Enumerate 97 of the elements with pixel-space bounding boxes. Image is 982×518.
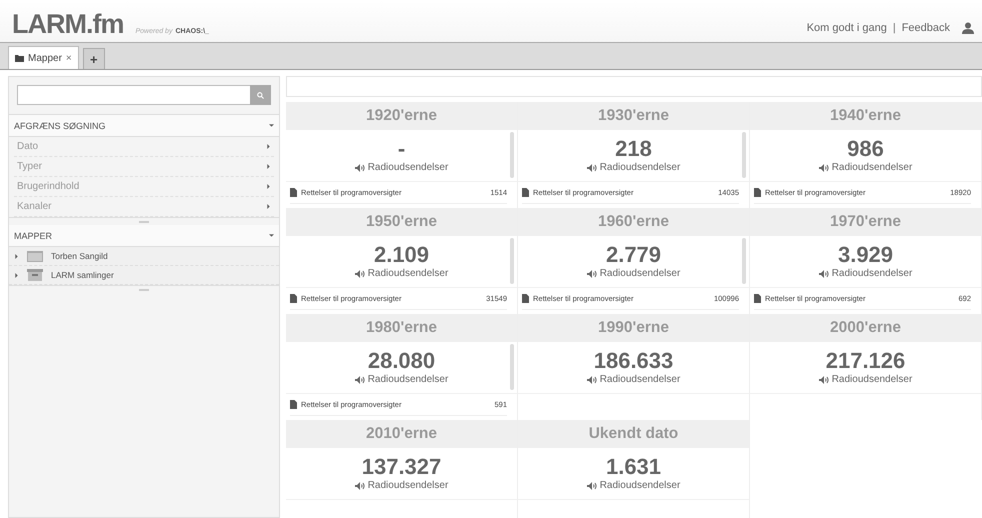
document-icon <box>754 294 761 303</box>
caret-icon <box>269 123 274 128</box>
filter-label: Dato <box>17 141 38 152</box>
count: 217.126 <box>826 350 906 372</box>
speaker-icon <box>354 164 365 172</box>
filter-label: Kanaler <box>17 201 52 212</box>
type-label: Radioudsendelser <box>832 374 912 385</box>
type-label: Radioudsendelser <box>600 162 680 173</box>
tab[interactable]: Mapper × <box>8 46 79 69</box>
type-label: Radioudsendelser <box>832 268 912 279</box>
document-icon <box>522 188 529 197</box>
expand-icon <box>14 254 19 258</box>
speaker-icon <box>586 270 597 278</box>
document-icon <box>290 188 297 197</box>
section-title: AFGRÆNS SØGNING <box>14 120 106 130</box>
decade-title: 1920'erne <box>286 102 517 130</box>
close-button[interactable]: × <box>66 52 72 64</box>
resize-handle[interactable] <box>139 220 149 222</box>
header-link[interactable]: Kom godt i gang <box>806 22 887 34</box>
count: 3.929 <box>838 244 894 266</box>
decade-card[interactable]: Ukendt dato 1.631 Radioudsendelser <box>518 420 750 518</box>
decade-title: 1930'erne <box>518 102 749 130</box>
decade-title: 2000'erne <box>750 314 981 342</box>
scrollbar[interactable] <box>510 344 514 390</box>
count: 186.633 <box>594 350 674 372</box>
count: - <box>398 138 406 160</box>
section-title: MAPPER <box>14 230 52 240</box>
type-label: Radioudsendelser <box>600 268 680 279</box>
search-button[interactable] <box>250 85 271 105</box>
speaker-icon <box>818 270 829 278</box>
speaker-icon <box>818 376 829 384</box>
folder-item[interactable]: LARM samlinger <box>9 266 279 285</box>
type-label: Radioudsendelser <box>368 480 448 491</box>
decade-card[interactable]: 2010'erne 137.327 Radioudsendelser <box>286 420 518 518</box>
tab-label: Mapper <box>28 52 62 64</box>
expand-icon <box>14 272 19 278</box>
speaker-icon <box>354 482 365 490</box>
add-tab-button[interactable]: + <box>82 48 105 69</box>
scrollbar[interactable] <box>510 132 514 178</box>
section-header[interactable]: AFGRÆNS SØGNING <box>9 115 279 137</box>
scrollbar[interactable] <box>510 238 514 284</box>
type-label: Radioudsendelser <box>600 374 680 385</box>
caret-icon <box>266 144 271 149</box>
header-link[interactable]: Feedback <box>902 22 950 34</box>
search-icon <box>257 92 264 98</box>
archive-box-icon <box>27 269 43 281</box>
speaker-icon <box>586 482 597 490</box>
decade-card[interactable]: 1990'erne 186.633 Radioudsendelser <box>518 314 750 420</box>
scrollbar[interactable] <box>742 238 746 284</box>
speaker-icon <box>586 164 597 172</box>
type-label: Radioudsendelser <box>368 268 448 279</box>
search-field[interactable] <box>17 85 250 105</box>
type-label: Radioudsendelser <box>368 162 448 173</box>
filter-label: Typer <box>17 161 42 172</box>
decade-title: 1940'erne <box>750 102 981 130</box>
count: 218 <box>615 138 652 160</box>
folder-item[interactable]: Torben Sangild <box>9 247 279 266</box>
speaker-icon <box>354 376 365 384</box>
decade-title: 1960'erne <box>518 208 749 236</box>
type-label: Radioudsendelser <box>368 374 448 385</box>
section-header[interactable]: MAPPER <box>9 225 279 247</box>
scrollbar[interactable] <box>742 132 746 178</box>
folder-icon <box>27 250 43 262</box>
speaker-icon <box>354 270 365 278</box>
decade-title: Ukendt dato <box>518 420 749 448</box>
count: 2.109 <box>374 244 430 266</box>
type-label: Radioudsendelser <box>600 480 680 491</box>
decade-card[interactable]: 2000'erne 217.126 Radioudsendelser <box>750 314 982 420</box>
count: 28.080 <box>368 350 436 372</box>
resize-handle[interactable] <box>139 288 149 290</box>
count: 986 <box>847 138 884 160</box>
folder-icon <box>15 54 24 62</box>
caret-icon <box>266 204 271 209</box>
decade-title: 1970'erne <box>750 208 981 236</box>
document-icon <box>290 294 297 303</box>
speaker-icon <box>586 376 597 384</box>
caret-icon <box>266 184 271 189</box>
speaker-icon <box>818 164 829 172</box>
count: 137.327 <box>362 456 442 478</box>
decade-title: 2010'erne <box>286 420 517 448</box>
separator: | <box>892 22 896 34</box>
document-icon <box>754 188 761 197</box>
type-label: Radioudsendelser <box>832 162 912 173</box>
decade-title: 1990'erne <box>518 314 749 342</box>
folder-label: LARM samlinger <box>51 270 114 280</box>
document-icon <box>290 400 297 409</box>
document-icon <box>522 294 529 303</box>
count: 1.631 <box>606 456 662 478</box>
decade-title: 1950'erne <box>286 208 517 236</box>
caret-icon <box>266 164 271 169</box>
caret-icon <box>269 233 274 238</box>
user-icon[interactable] <box>962 22 974 34</box>
folder-label: Torben Sangild <box>51 251 108 261</box>
filter-label: Brugerindhold <box>17 181 80 192</box>
count: 2.779 <box>606 244 662 266</box>
decade-title: 1980'erne <box>286 314 517 342</box>
logo: LARM.fm <box>12 11 124 38</box>
